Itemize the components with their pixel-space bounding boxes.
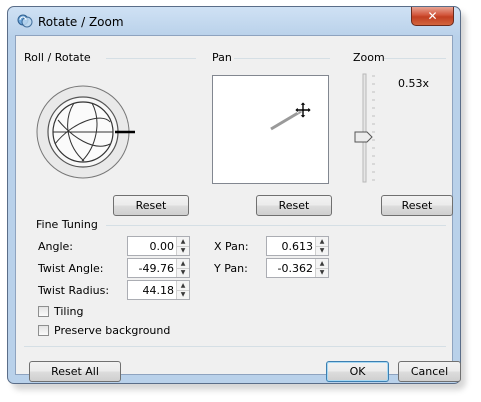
zoom-group-label: Zoom (353, 51, 385, 64)
fine-tuning-group-line (106, 225, 446, 226)
twist-angle-spin-buttons[interactable]: ▲ ▼ (176, 259, 189, 277)
rotate-zoom-app-icon (17, 14, 33, 28)
dialog-client-area: Roll / Rotate Reset Pan Reset Zoom 0.53x… (15, 35, 461, 382)
cancel-button[interactable]: Cancel (398, 361, 461, 382)
roll-rotate-dial[interactable] (32, 82, 142, 192)
ok-button[interactable]: OK (326, 361, 389, 382)
angle-spinbox[interactable]: ▲ ▼ (127, 236, 190, 256)
window-title: Rotate / Zoom (38, 15, 124, 29)
twist-angle-input[interactable] (128, 259, 176, 277)
reset-all-button[interactable]: Reset All (29, 361, 121, 382)
twist-angle-spinbox[interactable]: ▲ ▼ (127, 258, 190, 278)
preserve-background-checkbox[interactable] (38, 325, 49, 336)
zoom-slider-thumb (354, 131, 373, 143)
preserve-background-label: Preserve background (54, 324, 171, 337)
zoom-slider[interactable] (350, 70, 380, 188)
x-pan-input[interactable] (267, 237, 315, 255)
twist-radius-spinbox[interactable]: ▲ ▼ (127, 280, 190, 300)
spin-down-arrow-icon[interactable]: ▼ (316, 246, 328, 255)
pan-group-label: Pan (212, 51, 232, 64)
twist-radius-spin-buttons[interactable]: ▲ ▼ (176, 281, 189, 299)
spin-down-arrow-icon[interactable]: ▼ (177, 246, 189, 255)
zoom-group-line (384, 58, 446, 59)
pan-indicator (270, 108, 304, 131)
x-pan-spin-buttons[interactable]: ▲ ▼ (315, 237, 328, 255)
spin-down-arrow-icon[interactable]: ▼ (316, 268, 328, 277)
y-pan-spin-buttons[interactable]: ▲ ▼ (315, 259, 328, 277)
spin-down-arrow-icon[interactable]: ▼ (177, 290, 189, 299)
twist-radius-input[interactable] (128, 281, 176, 299)
pan-area[interactable] (212, 75, 329, 184)
move-cursor-icon[interactable] (295, 102, 311, 118)
reset-roll-button[interactable]: Reset (113, 195, 189, 216)
close-icon: ✕ (427, 9, 438, 23)
roll-rotate-group-label: Roll / Rotate (24, 51, 91, 64)
y-pan-label: Y Pan: (214, 262, 248, 275)
twist-radius-label: Twist Radius: (38, 284, 110, 297)
y-pan-input[interactable] (267, 259, 315, 277)
fine-tuning-group-label: Fine Tuning (36, 218, 98, 231)
x-pan-label: X Pan: (214, 240, 249, 253)
tiling-label: Tiling (54, 305, 84, 318)
bottom-separator (24, 346, 446, 347)
reset-zoom-button[interactable]: Reset (381, 195, 453, 216)
title-bar[interactable]: Rotate / Zoom ✕ (8, 7, 460, 35)
close-button[interactable]: ✕ (411, 7, 454, 26)
spin-down-arrow-icon[interactable]: ▼ (177, 268, 189, 277)
twist-angle-label: Twist Angle: (38, 262, 104, 275)
reset-pan-button[interactable]: Reset (256, 195, 332, 216)
preserve-background-checkbox-row[interactable]: Preserve background (38, 324, 170, 337)
roll-rotate-group-line (106, 58, 196, 59)
y-pan-spinbox[interactable]: ▲ ▼ (266, 258, 329, 278)
x-pan-spinbox[interactable]: ▲ ▼ (266, 236, 329, 256)
tiling-checkbox[interactable] (38, 306, 49, 317)
angle-label: Angle: (38, 240, 74, 253)
angle-input[interactable] (128, 237, 176, 255)
pan-group-line (234, 58, 330, 59)
zoom-value-text: 0.53x (398, 77, 430, 90)
angle-spin-buttons[interactable]: ▲ ▼ (176, 237, 189, 255)
tiling-checkbox-row[interactable]: Tiling (38, 305, 84, 318)
dialog-window: Rotate / Zoom ✕ Roll / Rotate Reset Pan (7, 6, 461, 384)
